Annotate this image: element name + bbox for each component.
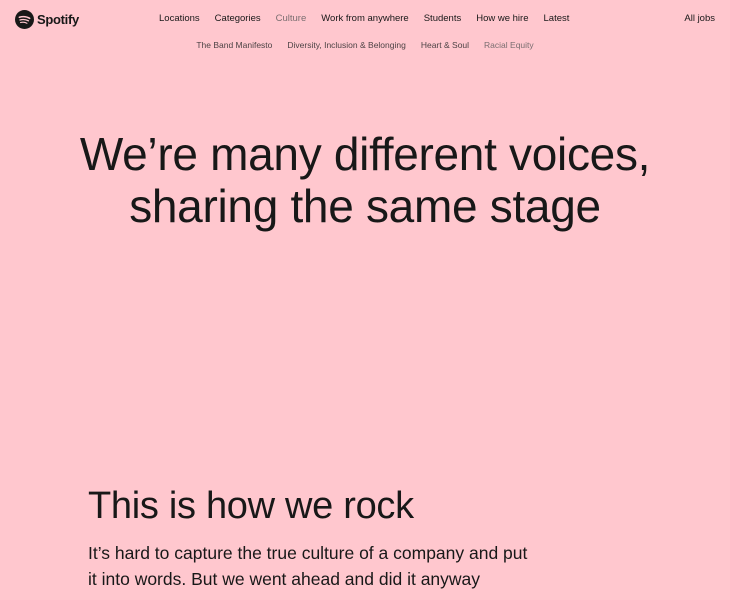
all-jobs-link[interactable]: All jobs (684, 13, 715, 24)
sub-nav-item-diversity-inclusion[interactable]: Diversity, Inclusion & Belonging (287, 40, 405, 50)
sub-nav-item-band-manifesto[interactable]: The Band Manifesto (196, 40, 272, 50)
section-heading: This is how we rock (88, 485, 414, 527)
nav-item-culture[interactable]: Culture (276, 13, 307, 24)
nav-item-work-from-anywhere[interactable]: Work from anywhere (321, 13, 408, 24)
nav-item-locations[interactable]: Locations (159, 13, 200, 24)
sub-nav: The Band Manifesto Diversity, Inclusion … (0, 40, 730, 50)
sub-nav-item-racial-equity[interactable]: Racial Equity (484, 40, 534, 50)
nav-item-categories[interactable]: Categories (215, 13, 261, 24)
spotify-logo[interactable]: Spotify (15, 10, 79, 29)
brand-name: Spotify (37, 12, 79, 27)
main-nav: Locations Categories Culture Work from a… (159, 13, 569, 24)
section-body-text: It’s hard to capture the true culture of… (88, 543, 528, 589)
nav-item-students[interactable]: Students (424, 13, 462, 24)
hero-heading: We’re many different voices, sharing the… (79, 128, 651, 232)
nav-item-latest[interactable]: Latest (544, 13, 570, 24)
sub-nav-item-heart-and-soul[interactable]: Heart & Soul (421, 40, 469, 50)
spotify-logo-icon (15, 10, 34, 29)
nav-item-how-we-hire[interactable]: How we hire (476, 13, 528, 24)
